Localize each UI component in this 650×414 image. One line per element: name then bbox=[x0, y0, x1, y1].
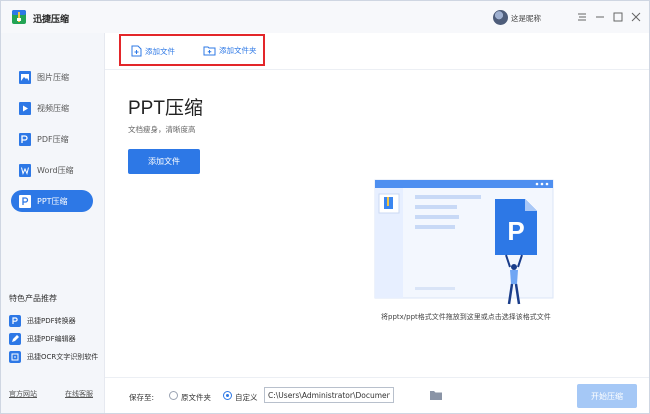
save-to-label: 保存至: bbox=[129, 393, 155, 402]
add-folder-icon bbox=[203, 46, 216, 56]
sidebar-item-image[interactable]: 图片压缩 bbox=[11, 66, 93, 88]
radio-custom-folder-label[interactable]: 自定义 bbox=[235, 392, 258, 403]
promo-item-pdf-editor[interactable]: 迅捷PDF编辑器 bbox=[9, 332, 76, 346]
sidebar: 图片压缩 视频压缩 PDF压缩 Word压缩 PPT压缩 特色产品推荐 迅捷PD… bbox=[1, 33, 105, 413]
ppt-icon bbox=[19, 194, 31, 208]
sidebar-item-word[interactable]: Word压缩 bbox=[11, 159, 93, 181]
online-support-link[interactable]: 在线客服 bbox=[65, 389, 93, 399]
word-icon bbox=[19, 163, 31, 177]
page-subtitle: 文档瘦身，清晰度高 bbox=[128, 125, 196, 134]
app-window: 迅捷压缩 这是昵称 图片压缩 视频压缩 PDF压缩 Word压缩 PPT压缩 特… bbox=[0, 0, 650, 414]
add-file-tool-label: 添加文件 bbox=[145, 46, 175, 56]
sidebar-item-ppt[interactable]: PPT压缩 bbox=[11, 190, 93, 212]
folder-icon[interactable] bbox=[429, 389, 443, 401]
promo-item-pdf-converter[interactable]: 迅捷PDF转换器 bbox=[9, 314, 76, 328]
toolbar-highlight: 添加文件 添加文件夹 bbox=[119, 34, 265, 66]
illustration-letter: P bbox=[507, 216, 524, 246]
sidebar-item-label: PPT压缩 bbox=[37, 196, 68, 206]
pdf-editor-icon bbox=[9, 333, 21, 345]
radio-original-folder[interactable] bbox=[169, 391, 178, 400]
sidebar-item-video[interactable]: 视频压缩 bbox=[11, 97, 93, 119]
promo-section-title: 特色产品推荐 bbox=[9, 294, 57, 303]
promo-label: 迅捷PDF转换器 bbox=[27, 317, 76, 325]
radio-custom-folder[interactable] bbox=[223, 391, 232, 400]
user-name[interactable]: 这是昵称 bbox=[511, 13, 541, 24]
sidebar-item-label: 图片压缩 bbox=[37, 72, 69, 82]
add-folder-tool-button[interactable]: 添加文件夹 bbox=[203, 45, 257, 56]
sidebar-item-label: PDF压缩 bbox=[37, 134, 69, 144]
start-compress-button[interactable]: 开始压缩 bbox=[577, 384, 637, 408]
toolbar-divider bbox=[105, 69, 649, 70]
drop-zone-illustration[interactable]: P bbox=[369, 175, 559, 311]
add-folder-tool-label: 添加文件夹 bbox=[219, 46, 257, 55]
promo-label: 迅捷OCR文字识别软件 bbox=[27, 353, 99, 361]
add-file-icon bbox=[131, 45, 142, 57]
add-file-button[interactable]: 添加文件 bbox=[128, 149, 200, 174]
ocr-icon bbox=[9, 351, 21, 363]
app-logo-icon bbox=[12, 10, 26, 24]
video-icon bbox=[19, 101, 31, 115]
promo-item-ocr[interactable]: 迅捷OCR文字识别软件 bbox=[9, 350, 98, 364]
sidebar-item-pdf[interactable]: PDF压缩 bbox=[11, 128, 93, 150]
menu-icon[interactable] bbox=[575, 10, 589, 24]
app-title: 迅捷压缩 bbox=[33, 15, 70, 25]
title-bar: 迅捷压缩 这是昵称 bbox=[1, 1, 649, 33]
minimize-icon[interactable] bbox=[593, 10, 607, 24]
pdf-icon bbox=[19, 132, 31, 146]
user-avatar[interactable] bbox=[493, 10, 508, 25]
page-title: PPT压缩 bbox=[128, 98, 203, 119]
output-path-input[interactable] bbox=[264, 387, 394, 403]
official-site-link[interactable]: 官方网站 bbox=[9, 389, 37, 399]
maximize-icon[interactable] bbox=[611, 10, 625, 24]
promo-label: 迅捷PDF编辑器 bbox=[27, 335, 76, 343]
radio-original-folder-label[interactable]: 原文件夹 bbox=[181, 392, 211, 403]
image-icon bbox=[19, 70, 31, 84]
drop-hint-text: 将pptx/ppt格式文件拖放到这里或点击选择该格式文件 bbox=[381, 313, 551, 321]
sidebar-item-label: 视频压缩 bbox=[37, 103, 69, 113]
pdf-converter-icon bbox=[9, 315, 21, 327]
add-file-tool-button[interactable]: 添加文件 bbox=[131, 45, 175, 57]
sidebar-item-label: Word压缩 bbox=[37, 165, 74, 175]
close-icon[interactable] bbox=[629, 10, 643, 24]
